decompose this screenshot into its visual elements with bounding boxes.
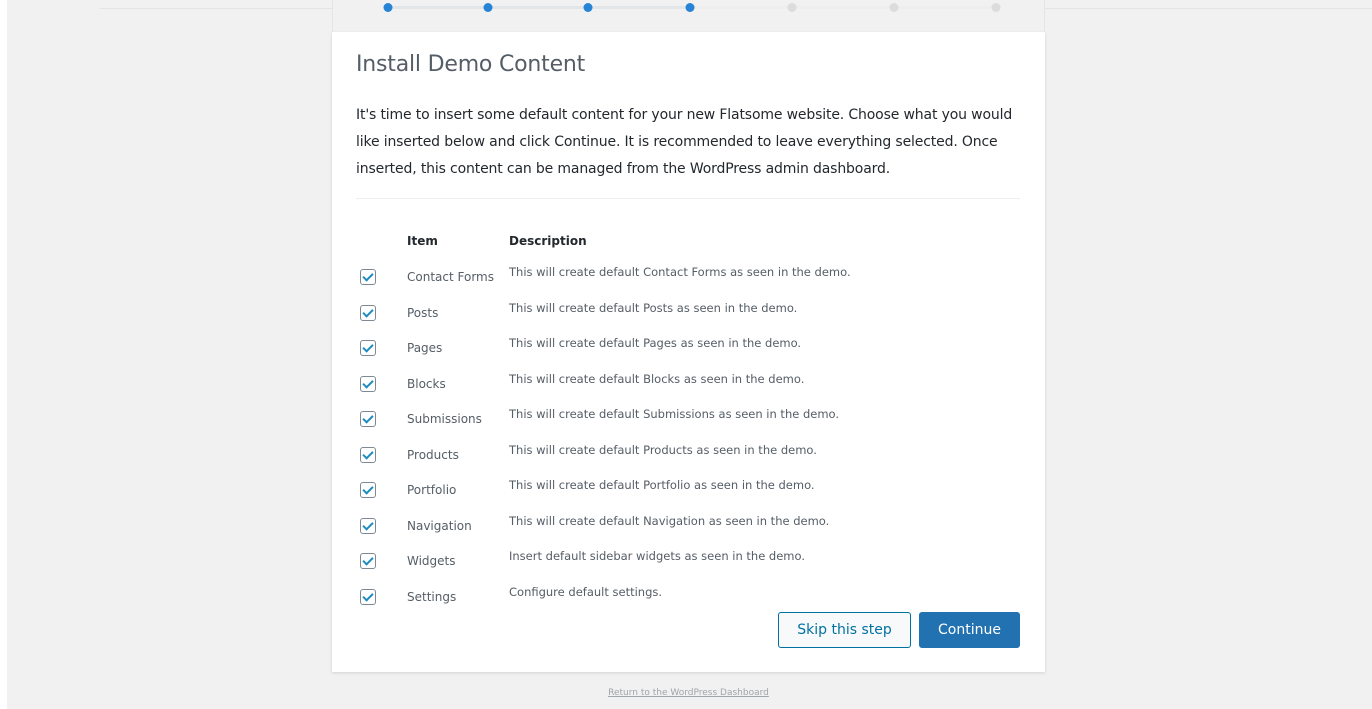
item-checkbox[interactable] [360,269,376,285]
step-dot-complete [685,3,695,12]
item-checkbox[interactable] [360,482,376,498]
item-description: This will create default Portfolio as se… [509,478,815,492]
item-description: This will create default Pages as seen i… [509,336,802,350]
item-description: This will create default Products as see… [509,442,817,457]
step-progress [332,0,1045,32]
table-row: Submissions This will create default Subm… [332,407,1045,430]
item-name: Navigation [407,518,472,533]
step-dot-complete [583,3,593,12]
item-checkbox[interactable] [360,588,376,605]
item-name: Posts [407,305,439,320]
table-row: Portfolio This will create default Portfo… [332,478,1045,501]
step-dot-complete [383,3,393,12]
item-checkbox[interactable] [360,446,376,463]
step-connector [894,6,996,9]
column-header-item: Item [407,234,438,248]
item-description: Insert default sidebar widgets as seen i… [509,549,805,563]
item-checkbox[interactable] [360,340,376,356]
step-connector [588,6,690,9]
item-name: Contact Forms [407,270,494,284]
item-name: Pages [407,341,443,355]
item-name: Settings [407,589,457,604]
item-checkbox[interactable] [360,304,376,321]
table-row: Products This will create default Product… [332,442,1045,466]
step-connector [488,6,588,9]
item-checkbox[interactable] [360,553,376,569]
table-row: Widgets Insert default sidebar widgets as… [332,549,1045,572]
table-row: Settings Configure default settings. [332,584,1045,608]
step-connector [690,6,792,9]
item-description: This will create default Posts as seen i… [509,300,798,315]
table-row: Posts This will create default Posts as s… [332,300,1045,324]
item-name: Portfolio [407,483,457,497]
item-description: This will create default Blocks as seen … [509,371,805,386]
intro-text: It's time to insert some default content… [356,107,1013,177]
left-edge [0,0,7,709]
table-row: Blocks This will create default Blocks as… [332,371,1045,395]
page-title: Install Demo Content [356,52,586,77]
item-checkbox[interactable] [360,517,376,534]
content-card: Install Demo Content It's time to insert… [332,32,1045,672]
step-dot-pending [787,3,797,12]
item-name: Products [407,447,459,462]
step-dot-pending [991,3,1001,12]
step-dot-pending [889,3,899,12]
return-dashboard-link[interactable]: Return to the WordPress Dashboard [0,688,1372,698]
column-header-description: Description [509,234,587,248]
divider [356,198,1020,199]
item-checkbox[interactable] [360,411,376,427]
skip-step-button[interactable]: Skip this step [778,612,911,648]
item-description: This will create default Contact Forms a… [509,265,851,279]
item-name: Widgets [407,554,456,568]
table-row: Navigation This will create default Navig… [332,513,1045,537]
step-dot-complete [483,3,493,12]
table-row: Contact Forms This will create default Co… [332,265,1045,288]
setup-wizard-page: Install Demo Content It's time to insert… [0,0,1372,709]
table-row: Pages This will create default Pages as s… [332,336,1045,359]
step-connector [388,6,488,9]
item-description: Configure default settings. [509,584,663,599]
continue-button[interactable]: Continue [919,612,1020,648]
item-description: This will create default Submissions as … [509,407,840,421]
item-name: Submissions [407,412,482,426]
item-name: Blocks [407,376,446,391]
item-description: This will create default Navigation as s… [509,513,830,528]
item-checkbox[interactable] [360,375,376,392]
step-connector [792,6,894,9]
